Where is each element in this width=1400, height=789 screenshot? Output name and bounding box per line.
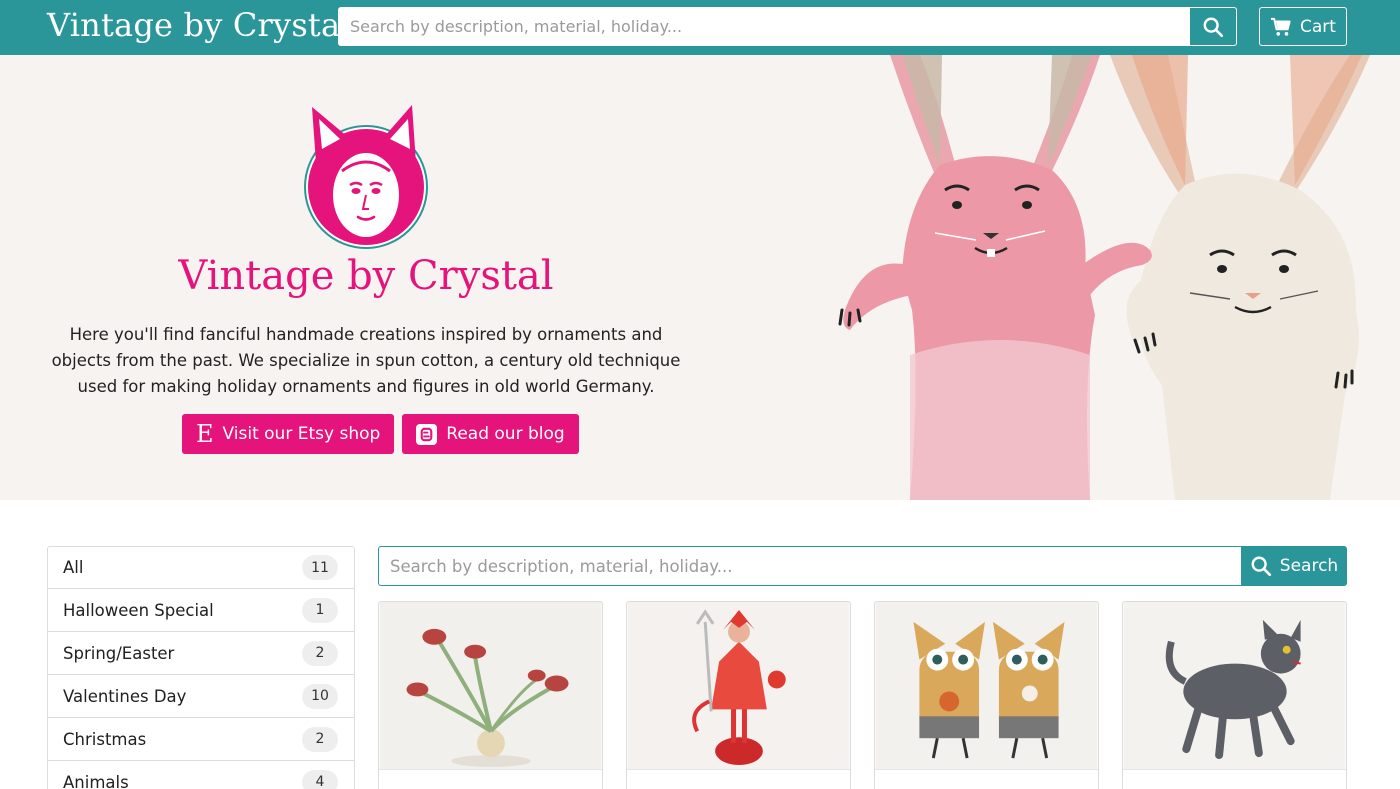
category-label: All bbox=[63, 558, 84, 577]
brand-logo-text[interactable]: Vintage by Crystal bbox=[47, 6, 351, 44]
blogger-icon bbox=[416, 423, 438, 445]
top-navbar: Vintage by Crystal Cart bbox=[0, 0, 1400, 55]
category-count-badge: 1 bbox=[302, 597, 338, 623]
girl-in-cat-hood-logo bbox=[304, 105, 428, 249]
category-item-all[interactable]: All 11 bbox=[48, 547, 354, 589]
category-label: Halloween Special bbox=[63, 600, 214, 620]
product-card[interactable] bbox=[626, 601, 851, 789]
blog-button[interactable]: Read our blog bbox=[402, 414, 579, 454]
red-devil-figure-icon bbox=[627, 602, 850, 770]
hero-button-group: E Visit our Etsy shop Read our blog bbox=[182, 414, 579, 454]
category-label: Animals bbox=[63, 772, 129, 789]
black-cat-figure-icon bbox=[1123, 602, 1346, 770]
category-item-christmas[interactable]: Christmas 2 bbox=[48, 718, 354, 761]
category-label: Valentines Day bbox=[63, 686, 187, 706]
search-icon bbox=[1203, 17, 1224, 37]
hero-title: Vintage by Crystal bbox=[178, 253, 554, 299]
blog-label: Read our blog bbox=[446, 424, 565, 444]
etsy-icon: E bbox=[196, 420, 214, 448]
product-card[interactable] bbox=[378, 601, 603, 789]
category-item-valentines-day[interactable]: Valentines Day 10 bbox=[48, 675, 354, 718]
product-search-button[interactable]: Search bbox=[1241, 546, 1347, 586]
cart-button[interactable]: Cart bbox=[1259, 7, 1347, 46]
spun-cotton-bunnies-photo bbox=[790, 55, 1400, 500]
product-card[interactable] bbox=[874, 601, 1099, 789]
category-count-badge: 2 bbox=[302, 726, 338, 752]
category-item-spring-easter[interactable]: Spring/Easter 2 bbox=[48, 632, 354, 675]
category-label: Christmas bbox=[63, 729, 147, 749]
product-search: Search bbox=[378, 546, 1347, 586]
shopping-cart-icon bbox=[1271, 17, 1291, 36]
cart-label: Cart bbox=[1300, 16, 1336, 37]
venus-flytrap-plant-icon bbox=[379, 602, 602, 770]
navbar-search-button[interactable] bbox=[1189, 7, 1237, 46]
etsy-shop-label: Visit our Etsy shop bbox=[222, 424, 381, 444]
category-list: All 11 Halloween Special 1 Spring/Easter… bbox=[47, 546, 355, 789]
hero-banner: Vintage by Crystal Here you'll find fanc… bbox=[0, 55, 1400, 500]
hero-description: Here you'll find fanciful handmade creat… bbox=[51, 325, 681, 396]
etsy-shop-button[interactable]: E Visit our Etsy shop bbox=[182, 414, 395, 454]
product-card[interactable] bbox=[1122, 601, 1347, 789]
product-search-input[interactable] bbox=[378, 546, 1241, 586]
category-count-badge: 4 bbox=[302, 769, 338, 789]
search-button-label: Search bbox=[1279, 556, 1339, 576]
owl-figures-icon bbox=[875, 602, 1098, 770]
category-item-animals[interactable]: Animals 4 bbox=[48, 761, 354, 789]
search-icon bbox=[1251, 556, 1271, 577]
category-count-badge: 10 bbox=[302, 683, 338, 709]
category-label: Spring/Easter bbox=[63, 643, 175, 663]
category-item-halloween-special[interactable]: Halloween Special 1 bbox=[48, 589, 354, 632]
category-count-badge: 2 bbox=[302, 640, 338, 666]
category-count-badge: 11 bbox=[302, 555, 338, 580]
navbar-search-input[interactable] bbox=[338, 7, 1189, 46]
navbar-search bbox=[338, 7, 1237, 46]
